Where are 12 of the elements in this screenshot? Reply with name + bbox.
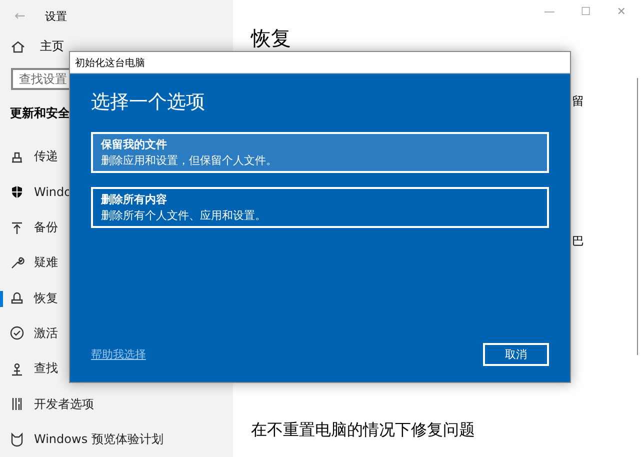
option-description: 删除所有个人文件、应用和设置。	[101, 208, 267, 223]
text-fragment: 留	[572, 93, 584, 110]
window-title: 设置	[45, 8, 67, 24]
option-description: 删除应用和设置，但保留个人文件。	[101, 153, 278, 168]
option-title: 删除所有内容	[101, 192, 168, 207]
text-fragment: 巴	[572, 233, 584, 250]
dialog-heading: 选择一个选项	[91, 90, 206, 115]
dialog-title: 初始化这台电脑	[70, 52, 570, 74]
section-heading: 更新和安全	[10, 105, 71, 122]
page-title: 恢复	[251, 26, 291, 50]
section-heading: 在不重置电脑的情况下修复问题	[251, 420, 476, 441]
option-title: 保留我的文件	[101, 137, 168, 152]
